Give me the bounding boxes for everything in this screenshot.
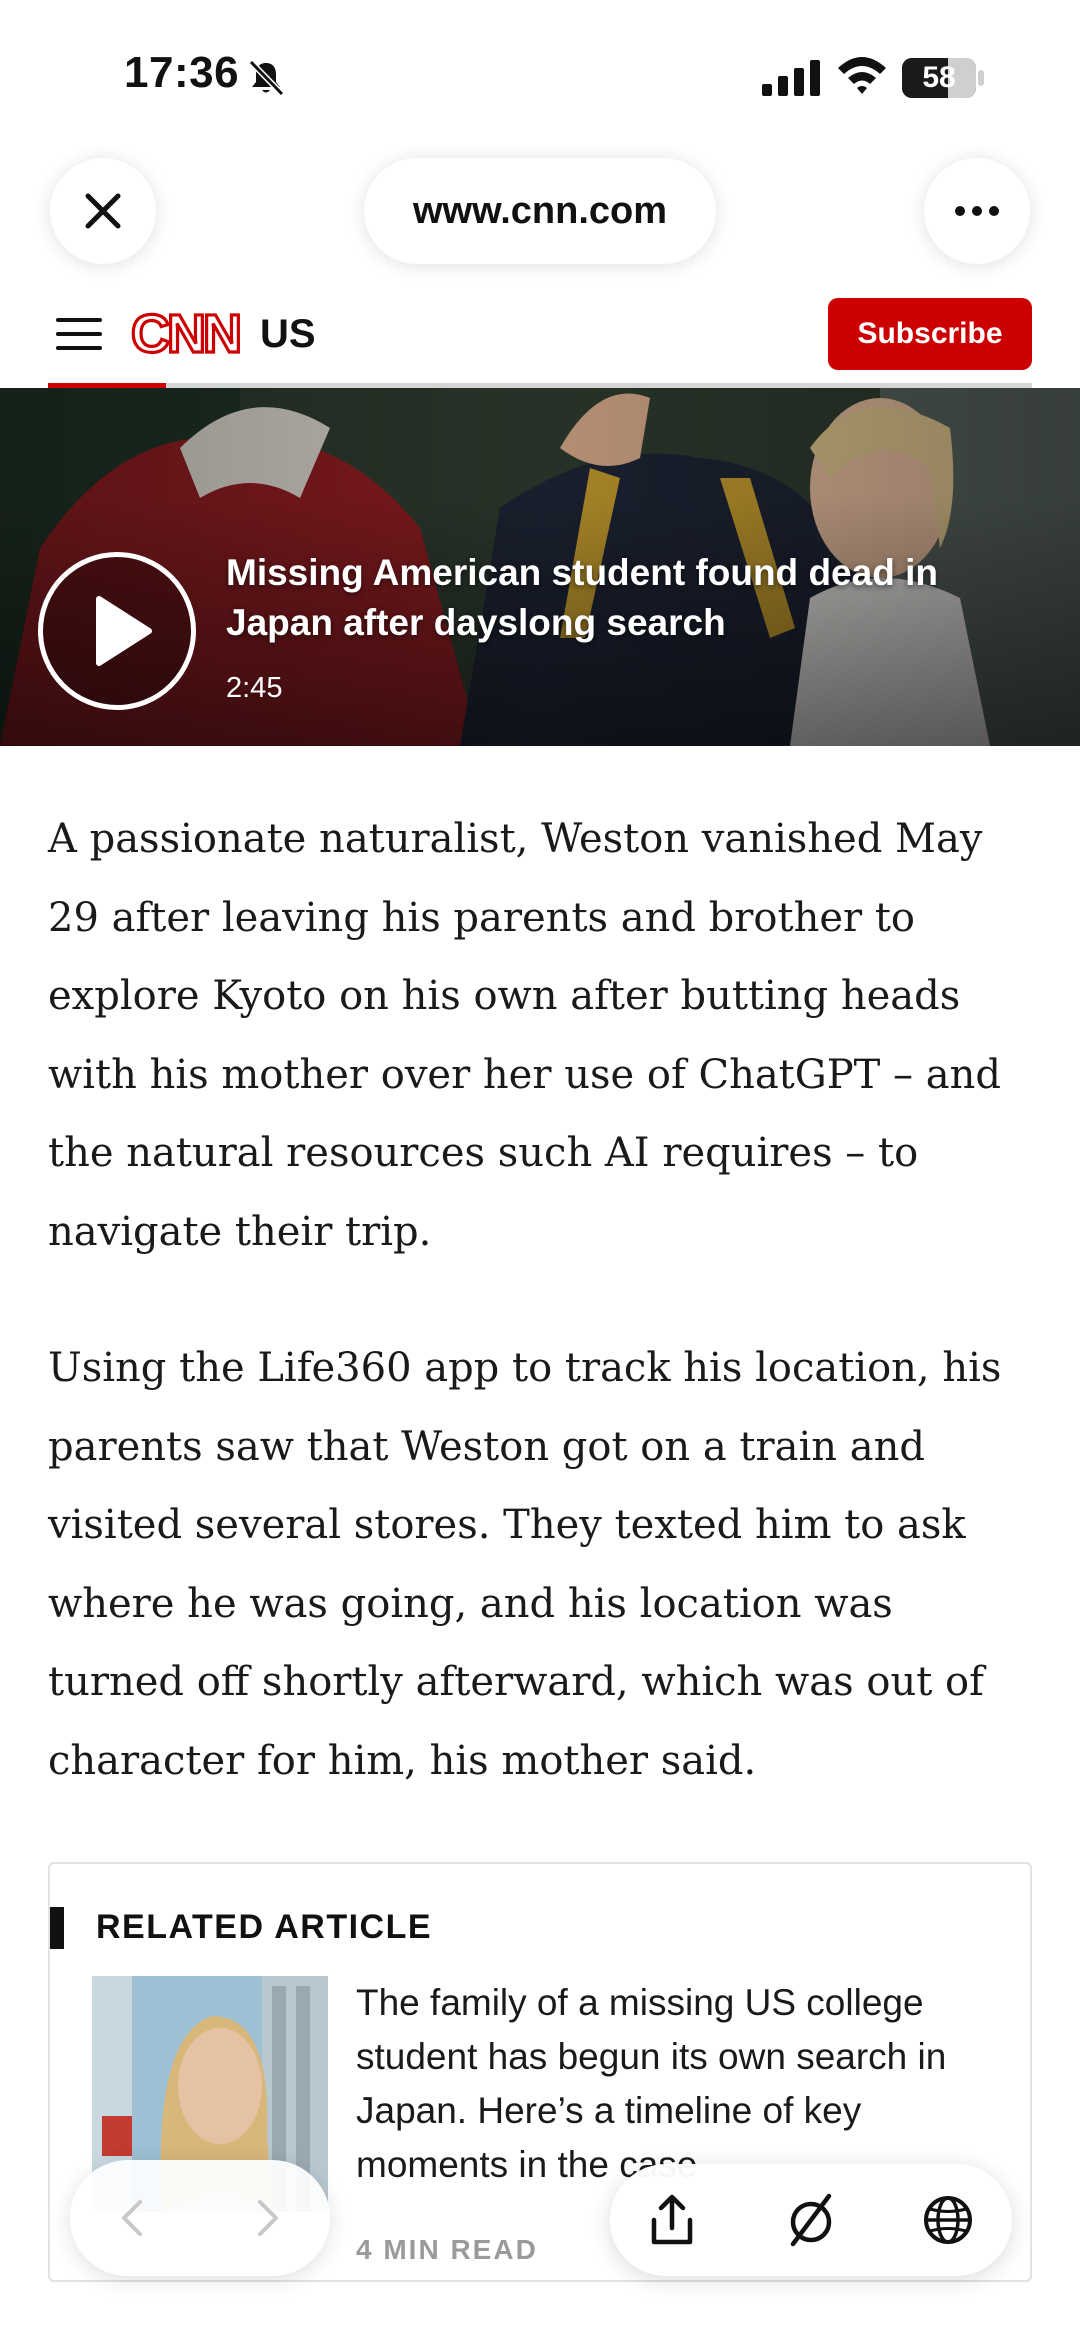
subscribe-button[interactable]: Subscribe bbox=[828, 298, 1032, 370]
page-navigation-pill bbox=[70, 2160, 330, 2276]
video-duration: 2:45 bbox=[226, 672, 283, 704]
close-icon bbox=[85, 193, 121, 229]
related-heading: RELATED ARTICLE bbox=[96, 1908, 433, 1946]
back-arrow-icon[interactable] bbox=[112, 2196, 156, 2240]
status-time: 17:36 bbox=[124, 48, 240, 97]
share-icon[interactable] bbox=[644, 2192, 700, 2248]
signal-icon bbox=[762, 60, 820, 96]
cnn-logo[interactable]: CNN bbox=[128, 302, 242, 362]
hamburger-menu-icon[interactable] bbox=[56, 314, 102, 354]
battery-percent: 58 bbox=[922, 61, 956, 94]
page: 17:36 58 www.cnn.com CNN US Subscribe Mi… bbox=[0, 0, 1080, 2346]
globe-icon[interactable] bbox=[920, 2192, 976, 2248]
no-tracking-icon[interactable] bbox=[783, 2192, 839, 2248]
article-paragraph: Using the Life360 app to track his locat… bbox=[48, 1345, 1002, 1784]
close-button[interactable] bbox=[50, 158, 156, 264]
browser-bar: www.cnn.com bbox=[0, 150, 1080, 270]
battery-cap bbox=[978, 70, 984, 86]
wifi-icon bbox=[838, 57, 886, 94]
bell-slash-icon bbox=[248, 59, 285, 97]
site-header: CNN US Subscribe bbox=[48, 290, 1032, 386]
edition-label[interactable]: US bbox=[260, 312, 316, 357]
more-icon bbox=[955, 206, 999, 216]
play-button[interactable] bbox=[38, 552, 196, 710]
url-bar[interactable]: www.cnn.com bbox=[364, 158, 716, 264]
article-body: A passionate naturalist, Weston vanished… bbox=[48, 800, 1038, 1858]
video-title[interactable]: Missing American student found dead in J… bbox=[226, 548, 1026, 648]
read-time: 4 MIN READ bbox=[356, 2234, 538, 2265]
related-article-text[interactable]: The family of a missing US college stude… bbox=[356, 1976, 996, 2192]
forward-arrow-icon[interactable] bbox=[244, 2196, 288, 2240]
related-accent-bar bbox=[50, 1907, 64, 1949]
svg-text:CNN: CNN bbox=[131, 304, 239, 362]
browser-actions-pill bbox=[610, 2164, 1012, 2276]
battery-icon: 58 bbox=[902, 58, 976, 98]
status-bar: 17:36 58 bbox=[0, 0, 1080, 150]
video-player[interactable]: Missing American student found dead in J… bbox=[0, 388, 1080, 746]
play-icon bbox=[96, 596, 152, 666]
article-paragraph: A passionate naturalist, Weston vanished… bbox=[48, 816, 1001, 1255]
more-button[interactable] bbox=[924, 158, 1030, 264]
